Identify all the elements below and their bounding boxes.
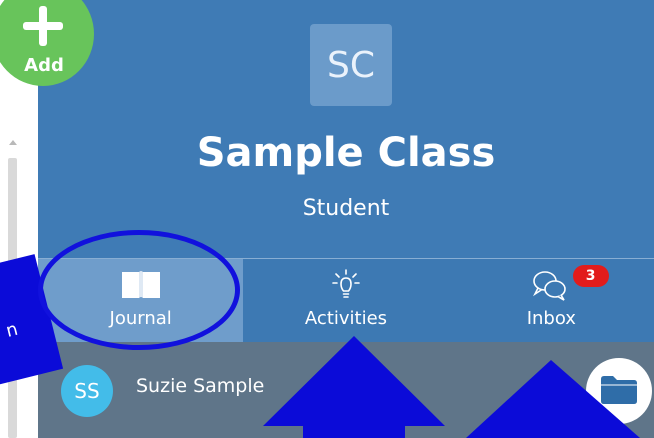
annotation-arrow-inbox [466, 360, 640, 438]
annotation-arrow-activities [263, 336, 445, 438]
annotation-arrows [263, 336, 640, 438]
